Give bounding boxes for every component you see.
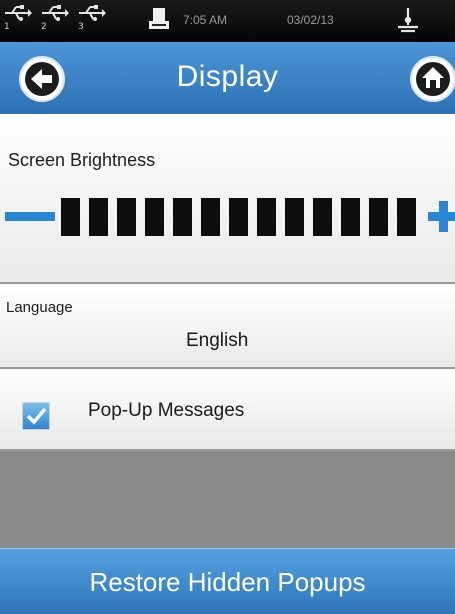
- home-button[interactable]: [410, 56, 455, 102]
- popup-messages-checkbox[interactable]: [22, 402, 50, 430]
- page-title: Display: [176, 60, 279, 93]
- brightness-segment[interactable]: [285, 198, 304, 236]
- brightness-segment[interactable]: [89, 198, 108, 236]
- status-time: 7:05 AM: [183, 13, 228, 27]
- brightness-segment[interactable]: [257, 198, 276, 236]
- language-value[interactable]: English: [186, 330, 248, 352]
- minus-icon[interactable]: [5, 212, 55, 221]
- restore-hidden-popups-button[interactable]: Restore Hidden Popups: [0, 548, 455, 614]
- popup-messages-panel[interactable]: Pop-Up Messages: [0, 369, 455, 451]
- brightness-segment[interactable]: [229, 198, 248, 236]
- power-plug-icon: [398, 8, 418, 33]
- header-bar: Display: [0, 42, 455, 114]
- brightness-segment[interactable]: [369, 198, 388, 236]
- popup-messages-label: Pop-Up Messages: [88, 400, 245, 421]
- usb-icon: [42, 5, 69, 21]
- usb-port-3: 3: [78, 4, 106, 34]
- empty-area: [0, 451, 455, 548]
- status-date: 03/02/13: [287, 13, 334, 27]
- usb-port-number: 2: [41, 22, 47, 32]
- brightness-segment[interactable]: [145, 198, 164, 236]
- brightness-panel: Screen Brightness: [0, 114, 455, 284]
- brightness-label: Screen Brightness: [8, 150, 156, 170]
- brightness-segment[interactable]: [173, 198, 192, 236]
- brightness-segment[interactable]: [397, 198, 416, 236]
- usb-port-number: 3: [78, 22, 84, 32]
- checkmark-icon: [26, 407, 47, 425]
- usb-port-number: 1: [4, 22, 10, 32]
- restore-button-label: Restore Hidden Popups: [89, 567, 366, 597]
- usb-icon: [5, 5, 32, 21]
- brightness-segment[interactable]: [341, 198, 360, 236]
- language-panel[interactable]: Language English: [0, 285, 455, 369]
- brightness-segment[interactable]: [313, 198, 332, 236]
- brightness-segment[interactable]: [61, 198, 80, 236]
- status-bar: 1 2 3 7:05 AM 03/02/13: [0, 0, 455, 42]
- brightness-segment[interactable]: [201, 198, 220, 236]
- printer-icon: [149, 8, 169, 29]
- usb-icon: [79, 5, 106, 21]
- brightness-segment[interactable]: [117, 198, 136, 236]
- usb-port-1: 1: [4, 4, 32, 34]
- usb-port-2: 2: [41, 4, 69, 34]
- language-label: Language: [6, 299, 73, 316]
- home-icon: [416, 62, 450, 96]
